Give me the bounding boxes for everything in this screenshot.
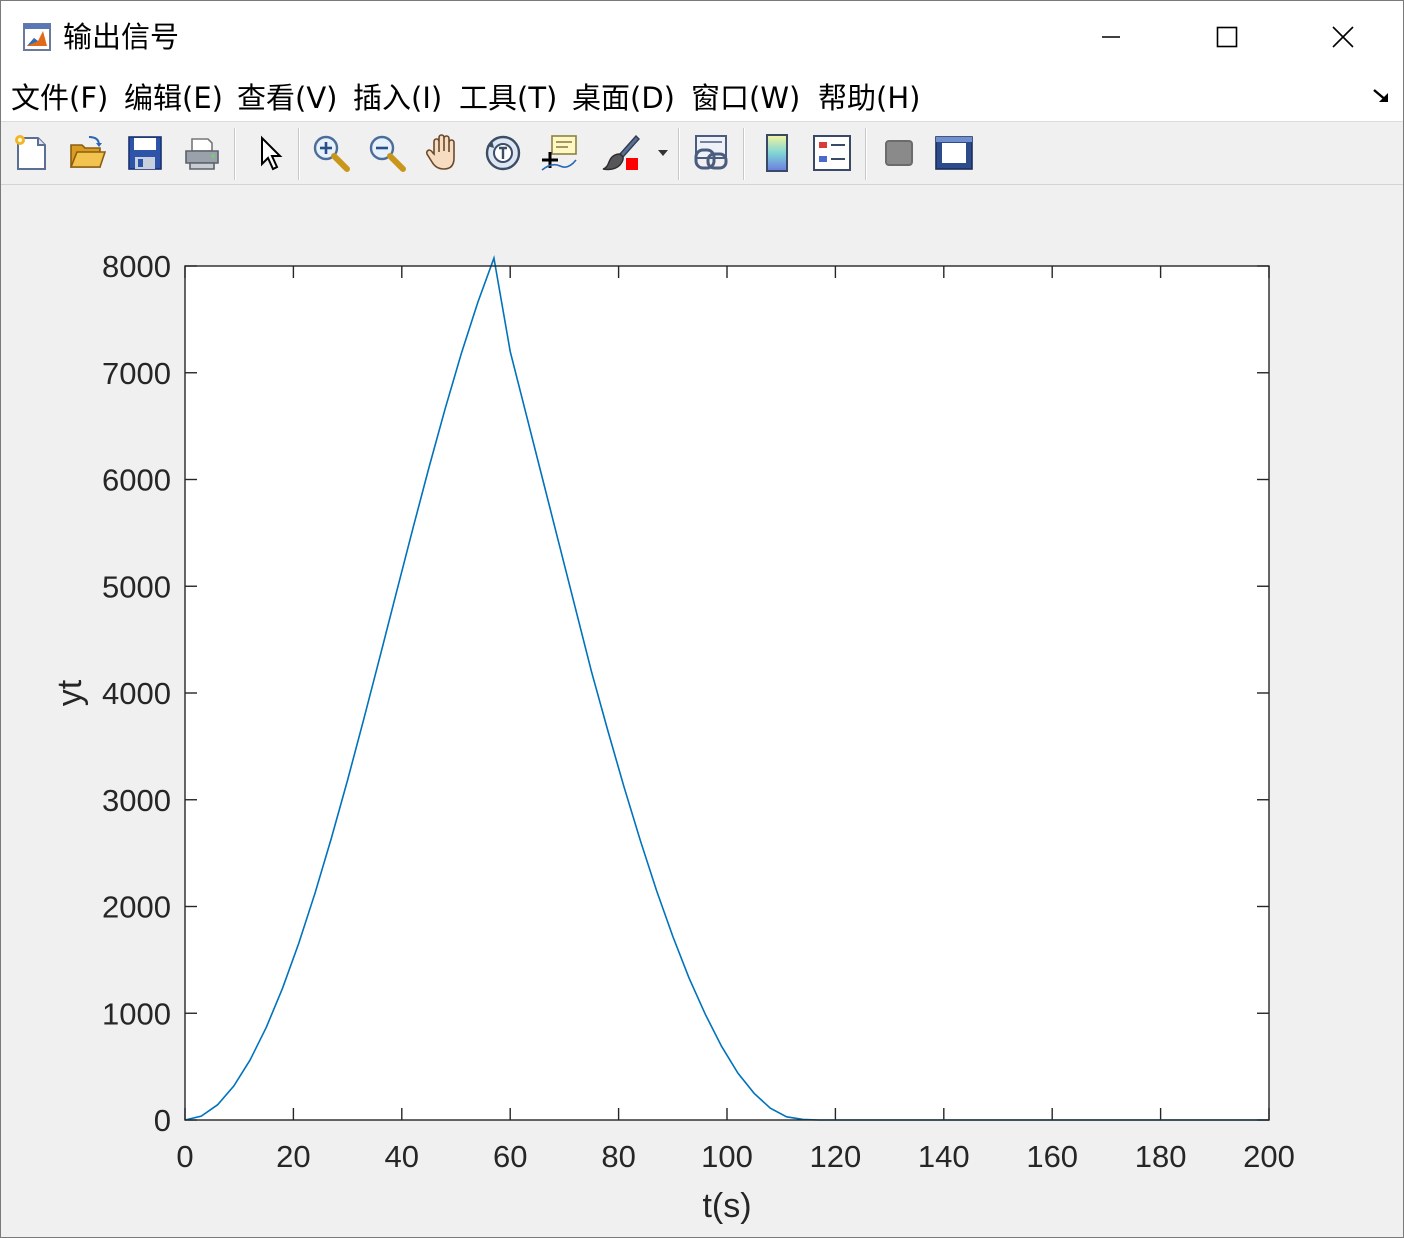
y-tick-label: 1000	[102, 996, 171, 1031]
close-button[interactable]	[1285, 1, 1401, 73]
show-plot-tools-icon	[935, 136, 973, 170]
colorbar-icon	[766, 134, 788, 172]
x-axis-label: t(s)	[702, 1187, 751, 1225]
print-icon	[185, 138, 219, 170]
menu-desktop[interactable]: 桌面(D)	[572, 79, 675, 117]
data-cursor-icon	[541, 135, 577, 171]
menu-tools[interactable]: 工具(T)	[459, 79, 557, 117]
x-tick-label: 80	[601, 1139, 635, 1174]
new-figure-icon	[15, 135, 46, 170]
menu-file[interactable]: 文件(F)	[11, 79, 108, 117]
hide-plot-tools-icon	[885, 140, 913, 166]
print-button[interactable]	[180, 131, 224, 175]
toolbar-separator	[234, 128, 235, 180]
y-tick-label: 4000	[102, 676, 171, 711]
title-bar[interactable]: 输出信号	[1, 1, 1403, 73]
save-icon	[128, 136, 162, 170]
data-cursor-button[interactable]	[537, 131, 581, 175]
menu-view[interactable]: 查看(V)	[237, 79, 337, 117]
pointer-button[interactable]	[247, 131, 291, 175]
toolbar-separator	[678, 128, 679, 180]
zoom-in-button[interactable]	[309, 131, 353, 175]
y-tick-label: 7000	[102, 356, 171, 391]
toolbar-separator	[865, 128, 866, 180]
figure-window: 输出信号 文件(F) 编辑(E) 查看(V) 插入(I) 工具(T) 桌面(D)…	[0, 0, 1404, 1238]
rotate-3d-icon	[485, 135, 521, 171]
axes-background[interactable]	[185, 266, 1269, 1120]
close-icon	[1332, 26, 1354, 48]
menu-insert[interactable]: 插入(I)	[353, 79, 442, 117]
figure-toolbar	[1, 122, 1403, 185]
x-tick-label: 160	[1026, 1139, 1078, 1174]
open-file-icon	[69, 136, 107, 168]
pan-hand-icon	[425, 134, 455, 170]
save-button[interactable]	[123, 131, 167, 175]
x-tick-label: 40	[385, 1139, 419, 1174]
menu-help[interactable]: 帮助(H)	[818, 79, 920, 117]
y-tick-label: 5000	[102, 569, 171, 604]
zoom-in-icon	[313, 135, 350, 172]
y-tick-label: 8000	[102, 249, 171, 284]
window-title: 输出信号	[63, 20, 180, 54]
x-tick-label: 120	[810, 1139, 862, 1174]
menu-bar: 文件(F) 编辑(E) 查看(V) 插入(I) 工具(T) 桌面(D) 窗口(W…	[1, 73, 1403, 122]
zoom-out-icon	[369, 135, 406, 172]
y-tick-label: 3000	[102, 783, 171, 818]
x-tick-label: 20	[276, 1139, 310, 1174]
chevron-down-icon	[658, 150, 668, 156]
link-plot-button[interactable]	[689, 131, 733, 175]
maximize-icon	[1216, 26, 1238, 48]
open-file-button[interactable]	[65, 131, 109, 175]
new-figure-button[interactable]	[9, 131, 53, 175]
show-plot-tools-button[interactable]	[932, 131, 976, 175]
x-tick-labels: 0 20 40 60 80 100 120 140 160 180 200	[176, 1139, 1294, 1174]
y-tick-label: 2000	[102, 890, 171, 925]
legend-icon	[813, 135, 851, 171]
x-tick-label: 0	[176, 1139, 193, 1174]
dock-arrow-icon[interactable]	[1371, 85, 1393, 107]
minimize-icon	[1102, 36, 1120, 38]
pan-button[interactable]	[422, 131, 466, 175]
menu-window[interactable]: 窗口(W)	[691, 79, 800, 117]
colorbar-button[interactable]	[755, 131, 799, 175]
y-tick-labels: 0 1000 2000 3000 4000 5000 6000 7000 8000	[102, 249, 171, 1138]
y-axis-label: yt	[51, 679, 89, 706]
x-tick-label: 200	[1243, 1139, 1295, 1174]
x-tick-label: 60	[493, 1139, 527, 1174]
y-tick-label: 6000	[102, 463, 171, 498]
toolbar-separator	[298, 128, 299, 180]
legend-button[interactable]	[810, 131, 854, 175]
pointer-icon	[261, 135, 283, 171]
brush-icon	[602, 134, 640, 171]
figure-canvas[interactable]: 0 20 40 60 80 100 120 140 160 180 200 0 1000 2000 300…	[1, 185, 1403, 1237]
link-plot-icon	[694, 135, 728, 170]
minimize-button[interactable]	[1053, 1, 1169, 73]
maximize-button[interactable]	[1169, 1, 1285, 73]
zoom-out-button[interactable]	[365, 131, 409, 175]
rotate-3d-button[interactable]	[481, 131, 525, 175]
x-tick-label: 180	[1135, 1139, 1187, 1174]
matlab-figure-icon	[23, 23, 51, 51]
brush-button[interactable]	[599, 131, 643, 175]
x-tick-label: 140	[918, 1139, 970, 1174]
x-tick-label: 100	[701, 1139, 753, 1174]
menu-edit[interactable]: 编辑(E)	[124, 79, 223, 117]
y-tick-label: 0	[154, 1103, 171, 1138]
hide-plot-tools-button[interactable]	[877, 131, 921, 175]
toolbar-separator	[743, 128, 744, 180]
brush-dropdown[interactable]	[651, 131, 675, 175]
line-plot[interactable]: 0 20 40 60 80 100 120 140 160 180 200 0 1000 2000 300…	[1, 185, 1403, 1237]
